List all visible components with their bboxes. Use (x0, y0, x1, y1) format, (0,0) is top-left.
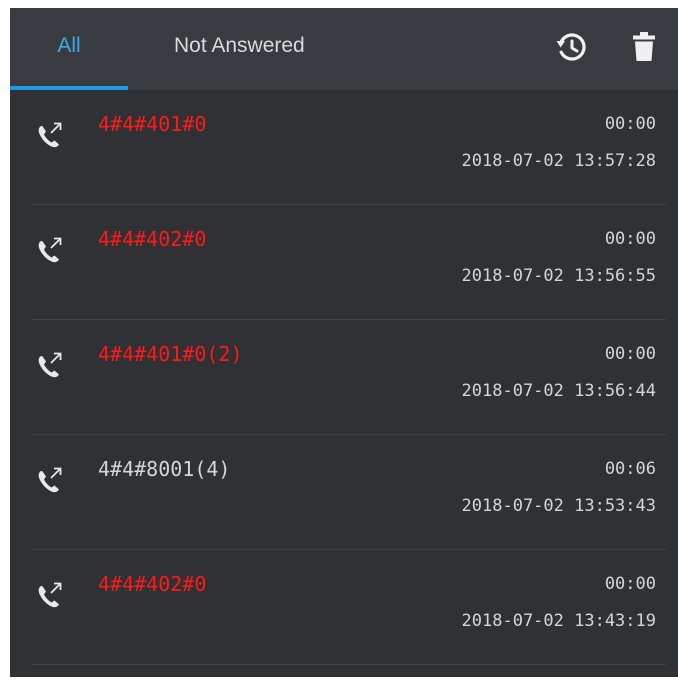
call-duration: 00:06 (604, 459, 656, 479)
tab-not-answered[interactable]: Not Answered (174, 8, 305, 90)
outgoing-call-icon (32, 348, 66, 382)
call-datetime: 2018-07-02 13:56:44 (461, 381, 656, 401)
call-datetime: 2018-07-02 13:57:28 (461, 151, 656, 171)
call-duration: 00:00 (604, 229, 656, 249)
call-datetime: 2018-07-02 13:53:43 (461, 496, 656, 516)
call-datetime: 2018-07-02 13:43:19 (461, 611, 656, 631)
list-item[interactable]: 4#4#8001(4) 00:06 2018-07-02 13:53:43 (10, 435, 678, 550)
call-list: 4#4#401#0 00:00 2018-07-02 13:57:28 4#4#… (10, 90, 678, 665)
list-item[interactable]: 4#4#401#0 00:00 2018-07-02 13:57:28 (10, 90, 678, 205)
call-datetime: 2018-07-02 13:56:55 (461, 266, 656, 286)
tab-all[interactable]: All (10, 8, 128, 90)
list-item[interactable]: 4#4#402#0 00:00 2018-07-02 13:56:55 (10, 205, 678, 320)
caller-name: 4#4#401#0(2) (98, 342, 243, 366)
outgoing-call-icon (32, 118, 66, 152)
outgoing-call-icon (32, 578, 66, 612)
caller-name: 4#4#8001(4) (98, 457, 231, 481)
tab-bar: All Not Answered (10, 8, 678, 90)
outgoing-call-icon (32, 233, 66, 267)
tab-not-answered-label: Not Answered (174, 34, 305, 57)
caller-name: 4#4#402#0 (98, 227, 207, 251)
tab-all-label: All (57, 34, 81, 57)
divider (32, 664, 666, 665)
list-item[interactable]: 4#4#401#0(2) 00:00 2018-07-02 13:56:44 (10, 320, 678, 435)
trash-icon[interactable] (630, 31, 658, 63)
caller-name: 4#4#402#0 (98, 572, 207, 596)
outgoing-call-icon (32, 463, 66, 497)
call-duration: 00:00 (604, 344, 656, 364)
call-duration: 00:00 (604, 114, 656, 134)
call-log-panel: All Not Answered 4#4#401#0 00:00 2018-07… (10, 8, 678, 677)
call-duration: 00:00 (604, 574, 656, 594)
history-icon[interactable] (556, 31, 588, 63)
list-item[interactable]: 4#4#402#0 00:00 2018-07-02 13:43:19 (10, 550, 678, 665)
caller-name: 4#4#401#0 (98, 112, 207, 136)
